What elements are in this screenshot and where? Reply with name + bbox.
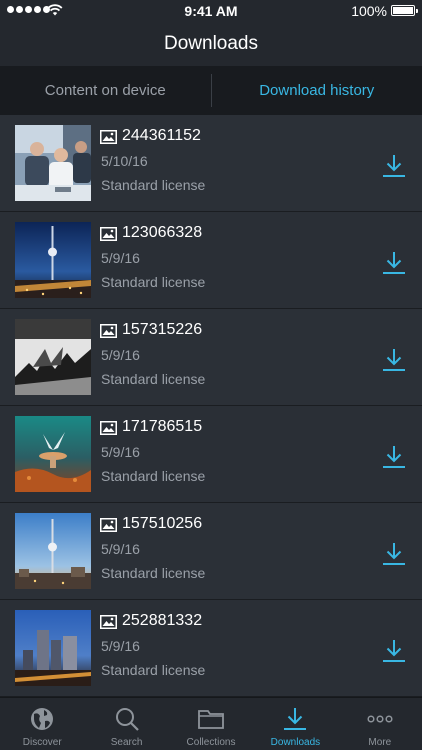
asset-id: 123066328 [122, 224, 203, 241]
tab-discover[interactable]: Discover [0, 698, 84, 750]
license-type: Standard license [101, 371, 206, 387]
download-icon [284, 708, 307, 730]
search-icon [115, 708, 139, 731]
download-date: 5/9/16 [101, 638, 140, 654]
tab-collections[interactable]: Collections [169, 698, 253, 750]
asset-id: 244361152 [122, 127, 201, 144]
battery-percent: 100% [351, 3, 387, 19]
download-icon[interactable] [382, 347, 406, 373]
nav-bar: Downloads [0, 22, 422, 66]
license-type: Standard license [101, 274, 206, 290]
download-icon[interactable] [382, 444, 406, 470]
tab-label: Collections [186, 737, 236, 748]
download-date: 5/9/16 [101, 250, 140, 266]
download-icon[interactable] [382, 541, 406, 567]
battery-icon [391, 5, 418, 16]
list-item[interactable]: 157315226 5/9/16 Standard license [0, 309, 422, 406]
image-icon [100, 130, 117, 144]
downloads-list: 244361152 5/10/16 Standard license 12306… [0, 115, 422, 697]
download-date: 5/9/16 [101, 444, 140, 460]
tab-label: Discover [22, 737, 62, 748]
folder-icon [198, 710, 224, 729]
list-item[interactable]: 157510256 5/9/16 Standard license [0, 503, 422, 600]
thumbnail-berlin-tv-tower-night [15, 222, 91, 298]
license-type: Standard license [101, 565, 206, 581]
download-icon[interactable] [382, 638, 406, 664]
image-icon [100, 421, 117, 435]
list-item[interactable]: 244361152 5/10/16 Standard license [0, 115, 422, 212]
tab-content-on-device[interactable]: Content on device [0, 66, 211, 115]
download-icon[interactable] [382, 153, 406, 179]
image-icon [100, 227, 117, 241]
download-date: 5/9/16 [101, 347, 140, 363]
thumbnail-berlin-tv-tower-dusk [15, 513, 91, 589]
tab-search[interactable]: Search [84, 698, 168, 750]
tab-label: Search [110, 737, 143, 748]
tab-bar: Discover Search Collections Downloads Mo… [0, 697, 422, 750]
download-date: 5/9/16 [101, 541, 140, 557]
license-type: Standard license [101, 662, 206, 678]
tab-download-history[interactable]: Download history [212, 66, 422, 115]
list-item[interactable]: 123066328 5/9/16 Standard license [0, 212, 422, 309]
segmented-control: Content on device Download history [0, 66, 422, 115]
image-icon [100, 615, 117, 629]
image-icon [100, 324, 117, 338]
more-icon [367, 715, 393, 723]
tab-label: More [368, 737, 392, 748]
download-icon[interactable] [382, 250, 406, 276]
asset-id: 171786515 [122, 418, 203, 435]
list-item[interactable]: 171786515 5/9/16 Standard license [0, 406, 422, 503]
thumbnail-butterfly-mushroom [15, 416, 91, 492]
tab-more[interactable]: More [338, 698, 422, 750]
tab-downloads[interactable]: Downloads [253, 698, 337, 750]
page-title: Downloads [164, 33, 258, 54]
asset-id: 157510256 [122, 515, 203, 532]
asset-id: 157315226 [122, 321, 203, 338]
list-item[interactable]: 252881332 5/9/16 Standard license [0, 600, 422, 697]
globe-icon [31, 708, 54, 730]
thumbnail-abstract-shark-bw [15, 319, 91, 395]
thumbnail-business-meeting [15, 125, 91, 201]
license-type: Standard license [101, 177, 206, 193]
image-icon [100, 518, 117, 532]
tab-label: Downloads [270, 737, 321, 748]
download-date: 5/10/16 [101, 153, 148, 169]
license-type: Standard license [101, 468, 206, 484]
status-bar: 9:41 AM 100% [0, 0, 422, 22]
asset-id: 252881332 [122, 612, 203, 629]
thumbnail-city-skyline-night [15, 610, 91, 686]
